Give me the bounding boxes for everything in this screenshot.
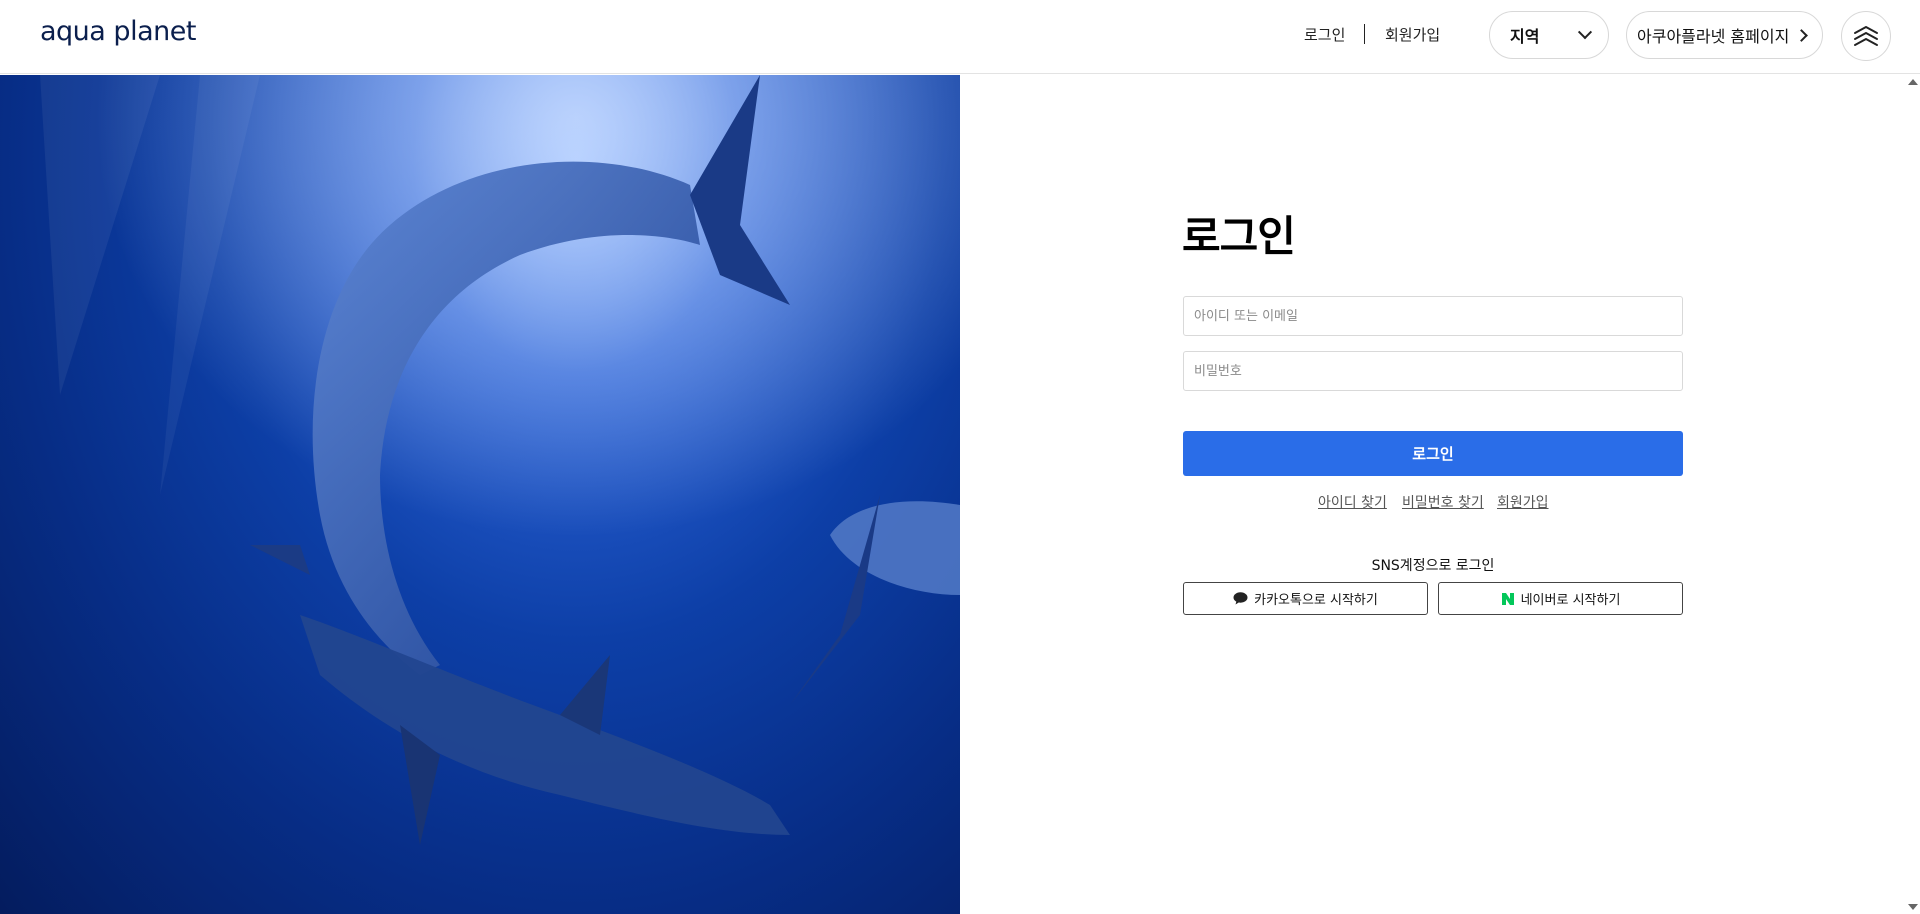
scroll-up-arrow-icon[interactable] <box>1908 79 1918 85</box>
header-divider <box>1364 24 1365 44</box>
header-signup-link[interactable]: 회원가입 <box>1385 24 1440 45</box>
kakao-login-label: 카카오톡으로 시작하기 <box>1254 593 1378 608</box>
aquaplanet-homepage-button[interactable]: 아쿠아플라넷 홈페이지 <box>1626 11 1823 59</box>
chevron-right-icon <box>1795 28 1809 42</box>
page-scrollbar[interactable] <box>1905 75 1920 914</box>
find-password-link[interactable]: 비밀번호 찾기 <box>1402 492 1484 512</box>
wave-menu-icon <box>1854 26 1878 46</box>
aqua-planet-logo[interactable]: aqua planet <box>40 16 196 47</box>
naver-n-icon <box>1501 592 1514 605</box>
site-header: aqua planet 로그인 회원가입 지역 아쿠아플라넷 홈페이지 <box>0 0 1920 74</box>
login-button[interactable]: 로그인 <box>1183 431 1683 476</box>
region-select[interactable]: 지역 <box>1489 11 1609 59</box>
header-login-link[interactable]: 로그인 <box>1304 24 1345 45</box>
naver-login-button[interactable]: 네이버로 시작하기 <box>1438 582 1683 615</box>
dolphin-underwater-image <box>0 75 960 914</box>
naver-login-label: 네이버로 시작하기 <box>1520 593 1621 608</box>
region-select-label: 지역 <box>1510 27 1540 46</box>
sns-login-heading: SNS계정으로 로그인 <box>1371 558 1495 574</box>
homepage-button-label: 아쿠아플라넷 홈페이지 <box>1637 27 1790 46</box>
scroll-down-arrow-icon[interactable] <box>1908 904 1918 910</box>
kakao-login-button[interactable]: 카카오톡으로 시작하기 <box>1183 582 1428 615</box>
signup-link[interactable]: 회원가입 <box>1497 492 1549 512</box>
speech-bubble-icon <box>1233 592 1248 605</box>
id-or-email-input[interactable] <box>1183 296 1683 336</box>
menu-button[interactable] <box>1841 11 1891 61</box>
page-title: 로그인 <box>1182 212 1296 261</box>
dolphins-illustration <box>0 75 960 914</box>
chevron-down-icon <box>1577 25 1593 40</box>
password-input[interactable] <box>1183 351 1683 391</box>
find-id-link[interactable]: 아이디 찾기 <box>1318 492 1387 512</box>
